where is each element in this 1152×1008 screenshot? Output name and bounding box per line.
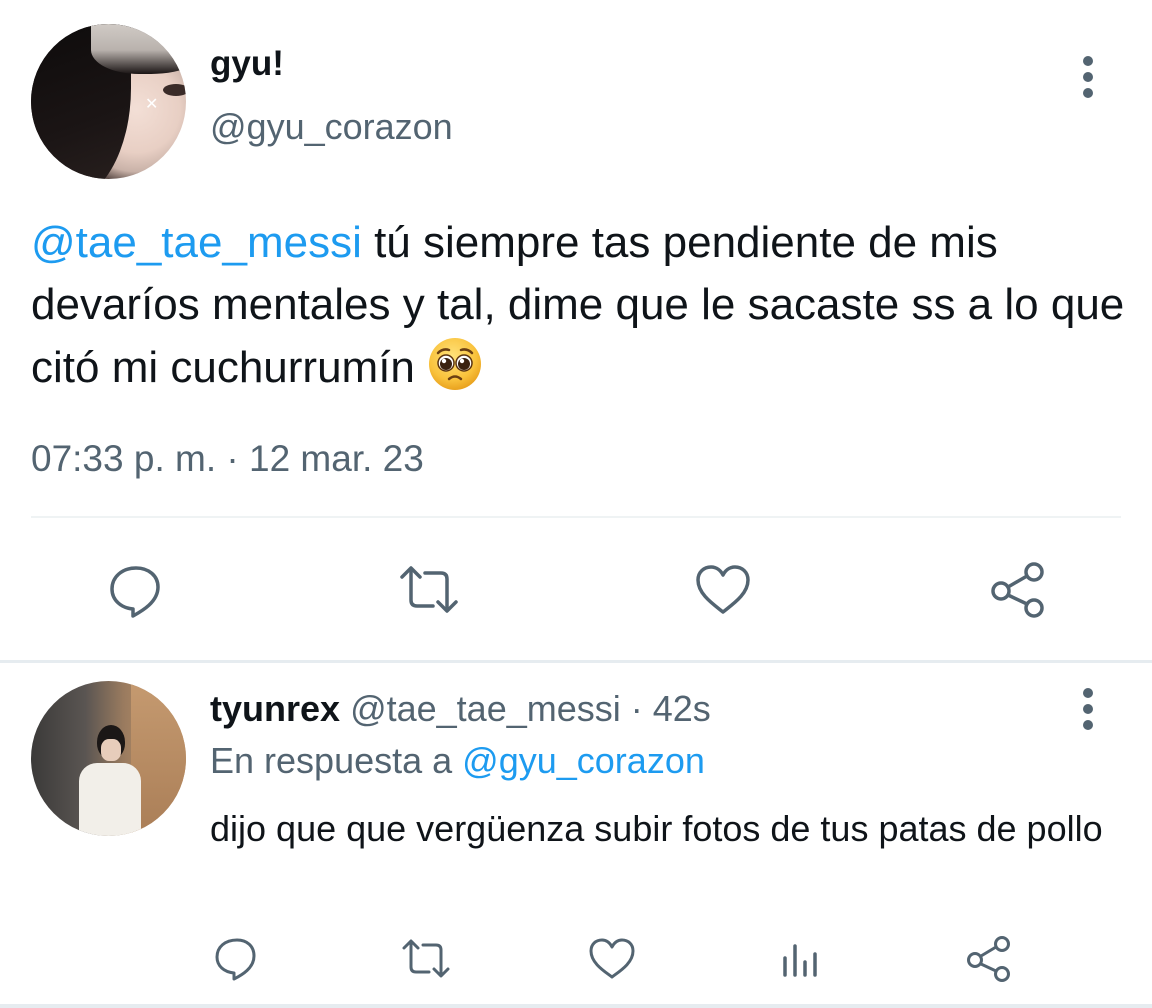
reply-to-handle[interactable]: @gyu_corazon xyxy=(462,740,705,781)
reply-text: dijo que que vergüenza subir fotos de tu… xyxy=(210,808,1103,849)
mention-link[interactable]: @tae_tae_messi xyxy=(31,218,362,267)
reply-display-name[interactable]: tyunrex xyxy=(210,688,340,729)
reply-age[interactable]: 42s xyxy=(653,688,711,729)
reply-to-prefix: En respuesta a xyxy=(210,740,463,781)
pleading-face-emoji xyxy=(427,336,483,392)
share-icon[interactable] xyxy=(988,560,1048,620)
avatar-face xyxy=(101,739,121,761)
more-options-icon[interactable] xyxy=(1068,54,1108,100)
reply-to-line: En respuesta a @gyu_corazon xyxy=(210,740,705,782)
reply-separator: · xyxy=(620,688,653,729)
main-tweet: ✕ gyu! @gyu_corazon @tae_tae_messi tú si… xyxy=(0,0,1152,660)
reply-handle[interactable]: @tae_tae_messi xyxy=(350,688,621,729)
more-options-icon[interactable] xyxy=(1068,686,1108,732)
avatar-eye xyxy=(163,84,186,96)
analytics-icon[interactable] xyxy=(776,934,826,984)
share-icon[interactable] xyxy=(964,934,1014,984)
sparkle-icon: ✕ xyxy=(145,94,159,113)
reply-header: tyunrex @tae_tae_messi · 42s xyxy=(210,688,711,730)
like-icon[interactable] xyxy=(587,934,637,984)
user-handle[interactable]: @gyu_corazon xyxy=(210,106,453,148)
retweet-icon[interactable] xyxy=(399,934,450,984)
display-name[interactable]: gyu! xyxy=(210,44,284,84)
divider xyxy=(0,1004,1152,1008)
avatar-lip xyxy=(156,169,186,179)
retweet-icon[interactable] xyxy=(396,560,458,620)
avatar[interactable]: ✕ xyxy=(31,24,186,179)
divider xyxy=(31,516,1121,518)
reply-avatar[interactable] xyxy=(31,681,186,836)
avatar-fringe xyxy=(91,24,186,74)
reply-icon[interactable] xyxy=(106,560,166,620)
reply-icon[interactable] xyxy=(212,934,262,984)
tweet-text: @tae_tae_messi tú siempre tas pendiente … xyxy=(31,212,1126,399)
avatar-shirt xyxy=(79,763,141,836)
like-icon[interactable] xyxy=(693,560,753,620)
tweet-timestamp[interactable]: 07:33 p. m. · 12 mar. 23 xyxy=(31,436,424,482)
thread-separator xyxy=(0,660,1152,663)
